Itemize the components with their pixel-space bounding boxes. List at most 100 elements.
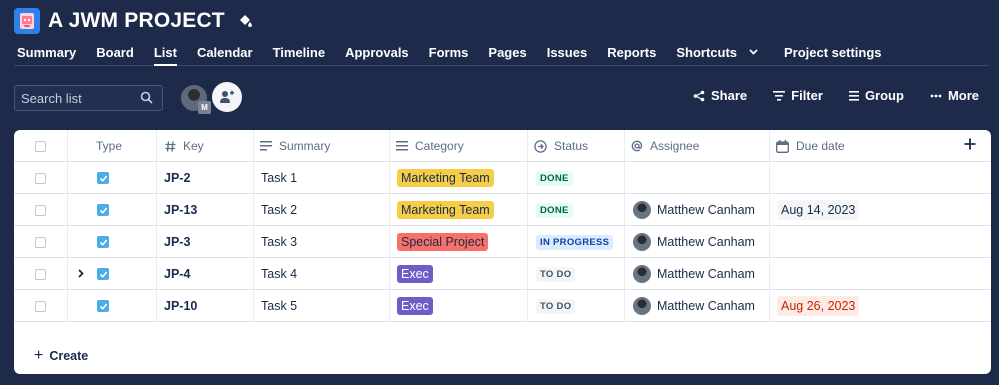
- search-icon[interactable]: [140, 91, 153, 109]
- add-column-icon[interactable]: [964, 138, 983, 153]
- column-header-summary[interactable]: Summary: [254, 130, 390, 162]
- column-header-category[interactable]: Category: [390, 130, 528, 162]
- column-header-key[interactable]: Key: [157, 130, 254, 162]
- task-type-icon: [97, 236, 109, 248]
- issue-key[interactable]: JP-4: [164, 267, 190, 281]
- row-select-cell: [14, 162, 68, 194]
- row-checkbox[interactable]: [35, 172, 46, 184]
- issue-key[interactable]: JP-13: [164, 203, 197, 217]
- row-select-cell: [14, 194, 68, 226]
- column-due-date-label: Due date: [796, 139, 845, 153]
- tab-timeline[interactable]: Timeline: [273, 40, 326, 65]
- due-date-cell[interactable]: [770, 162, 991, 194]
- tab-calendar[interactable]: Calendar: [197, 40, 253, 65]
- assignee-name: Matthew Canham: [657, 299, 755, 313]
- tab-forms[interactable]: Forms: [429, 40, 469, 65]
- column-header-status[interactable]: Status: [528, 130, 625, 162]
- group-button[interactable]: Group: [848, 88, 904, 103]
- table-row[interactable]: JP-10 Task 5 Exec TO DO Matthew Canham A…: [14, 290, 991, 322]
- assignee-avatar: [633, 297, 651, 315]
- status-badge: DONE: [536, 202, 573, 218]
- type-cell: [68, 226, 157, 258]
- type-cell: [68, 194, 157, 226]
- assignee-cell[interactable]: Matthew Canham: [625, 258, 770, 290]
- key-cell[interactable]: JP-13: [157, 194, 254, 226]
- assignee-avatar: [633, 265, 651, 283]
- category-lozenge: Marketing Team: [397, 201, 494, 219]
- add-people-button[interactable]: [212, 82, 242, 112]
- category-cell[interactable]: Marketing Team: [390, 194, 528, 226]
- tab-project-settings[interactable]: Project settings: [784, 40, 882, 65]
- summary-cell[interactable]: Task 1: [254, 162, 390, 194]
- issue-summary: Task 5: [261, 299, 298, 313]
- category-cell[interactable]: Exec: [390, 290, 528, 322]
- project-nav-tabs: Summary Board List Calendar Timeline App…: [14, 40, 989, 66]
- category-cell[interactable]: Exec: [390, 258, 528, 290]
- key-cell[interactable]: JP-10: [157, 290, 254, 322]
- summary-cell[interactable]: Task 5: [254, 290, 390, 322]
- category-cell[interactable]: Marketing Team: [390, 162, 528, 194]
- column-assignee-label: Assignee: [650, 139, 700, 153]
- table-row[interactable]: JP-13 Task 2 Marketing Team DONE Matthew…: [14, 194, 991, 226]
- tab-issues[interactable]: Issues: [547, 40, 587, 65]
- due-date-cell[interactable]: Aug 26, 2023: [770, 290, 991, 322]
- assignee-cell[interactable]: Matthew Canham: [625, 194, 770, 226]
- tab-summary[interactable]: Summary: [17, 40, 76, 65]
- table-row[interactable]: JP-3 Task 3 Special Project IN PROGRESS …: [14, 226, 991, 258]
- share-button[interactable]: Share: [693, 88, 747, 103]
- row-checkbox[interactable]: [35, 300, 46, 312]
- status-cell[interactable]: IN PROGRESS: [528, 226, 625, 258]
- row-checkbox[interactable]: [35, 268, 46, 280]
- summary-cell[interactable]: Task 4: [254, 258, 390, 290]
- search-input[interactable]: [21, 90, 136, 106]
- assignee-cell[interactable]: Matthew Canham: [625, 290, 770, 322]
- issue-key[interactable]: JP-3: [164, 235, 190, 249]
- status-cell[interactable]: TO DO: [528, 258, 625, 290]
- key-cell[interactable]: JP-3: [157, 226, 254, 258]
- tab-reports[interactable]: Reports: [607, 40, 656, 65]
- project-header: A JWM PROJECT: [14, 8, 253, 34]
- paint-bucket-icon[interactable]: [237, 13, 253, 29]
- issue-key[interactable]: JP-10: [164, 299, 197, 313]
- assignee-cell[interactable]: Matthew Canham: [625, 226, 770, 258]
- more-button[interactable]: More: [930, 88, 979, 103]
- key-cell[interactable]: JP-4: [157, 258, 254, 290]
- row-checkbox[interactable]: [35, 204, 46, 216]
- at-sign-icon: [631, 140, 643, 152]
- assignee-cell[interactable]: [625, 162, 770, 194]
- tab-board[interactable]: Board: [96, 40, 134, 65]
- summary-cell[interactable]: Task 3: [254, 226, 390, 258]
- tab-approvals[interactable]: Approvals: [345, 40, 409, 65]
- search-box[interactable]: [14, 85, 163, 111]
- column-header-type[interactable]: Type: [68, 130, 157, 162]
- key-cell[interactable]: JP-2: [157, 162, 254, 194]
- due-date-cell[interactable]: [770, 258, 991, 290]
- table-row[interactable]: JP-4 Task 4 Exec TO DO Matthew Canham: [14, 258, 991, 290]
- tab-list[interactable]: List: [153, 40, 178, 66]
- category-lozenge: Marketing Team: [397, 169, 494, 187]
- tab-shortcuts[interactable]: Shortcuts: [676, 40, 758, 65]
- issue-key[interactable]: JP-2: [164, 171, 190, 185]
- status-cell[interactable]: DONE: [528, 194, 625, 226]
- select-all-checkbox[interactable]: [35, 140, 46, 152]
- status-cell[interactable]: DONE: [528, 162, 625, 194]
- table-row[interactable]: JP-2 Task 1 Marketing Team DONE: [14, 162, 991, 194]
- due-date-cell[interactable]: Aug 14, 2023: [770, 194, 991, 226]
- column-header-assignee[interactable]: Assignee: [625, 130, 770, 162]
- create-button[interactable]: + Create: [34, 348, 88, 364]
- tab-pages[interactable]: Pages: [488, 40, 526, 65]
- row-checkbox[interactable]: [35, 236, 46, 248]
- category-cell[interactable]: Special Project: [390, 226, 528, 258]
- due-date-cell[interactable]: [770, 226, 991, 258]
- summary-cell[interactable]: Task 2: [254, 194, 390, 226]
- status-cell[interactable]: TO DO: [528, 290, 625, 322]
- project-title: A JWM PROJECT: [48, 9, 225, 32]
- column-key-label: Key: [183, 139, 204, 153]
- column-header-due-date[interactable]: Due date: [770, 130, 991, 162]
- user-avatar[interactable]: M: [179, 83, 211, 114]
- project-avatar-icon[interactable]: [14, 8, 40, 34]
- task-type-icon: [97, 268, 109, 280]
- task-type-icon: [97, 300, 109, 312]
- expand-chevron-icon[interactable]: [78, 269, 84, 281]
- filter-button[interactable]: Filter: [773, 88, 823, 103]
